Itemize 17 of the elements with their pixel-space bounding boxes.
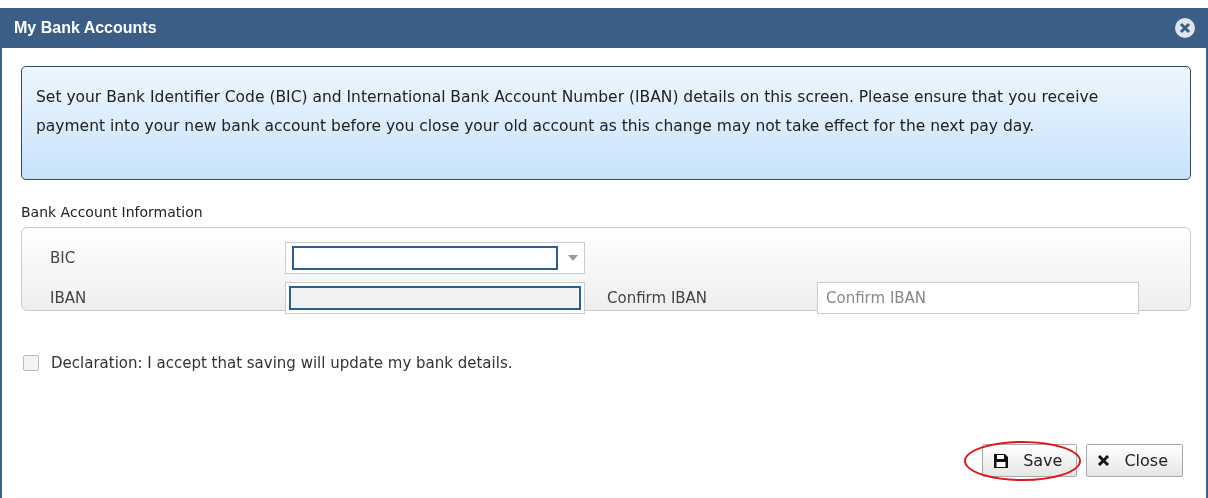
bic-dropdown[interactable] xyxy=(285,242,585,274)
field-label: BIC xyxy=(50,249,77,267)
info-notice: Set your Bank Identifier Code (BIC) and International Bank Account Number (IBAN) details on this screen. Please ensure that you receive payment into your new bank account before you close your old account as this change may not take effect for the next pay day. xyxy=(21,66,1191,180)
close-icon[interactable] xyxy=(1174,17,1196,39)
declaration-checkbox[interactable] xyxy=(23,355,39,371)
close-icon xyxy=(1097,454,1111,467)
iban-field[interactable] xyxy=(285,282,585,314)
section-title: Bank Account Information xyxy=(21,204,204,220)
window-title: My Bank Accounts xyxy=(14,19,157,37)
close-button[interactable]: Close xyxy=(1086,444,1183,477)
field-label: IBAN xyxy=(50,289,88,307)
confirm-iban-field[interactable]: Confirm IBAN xyxy=(817,282,1139,314)
save-icon xyxy=(993,452,1010,469)
save-button[interactable]: Save xyxy=(982,444,1078,477)
caret-icon xyxy=(568,255,578,261)
field-label: Confirm IBAN xyxy=(607,289,709,307)
declaration-label: Declaration: I accept that saving will update my bank details. xyxy=(51,354,513,372)
